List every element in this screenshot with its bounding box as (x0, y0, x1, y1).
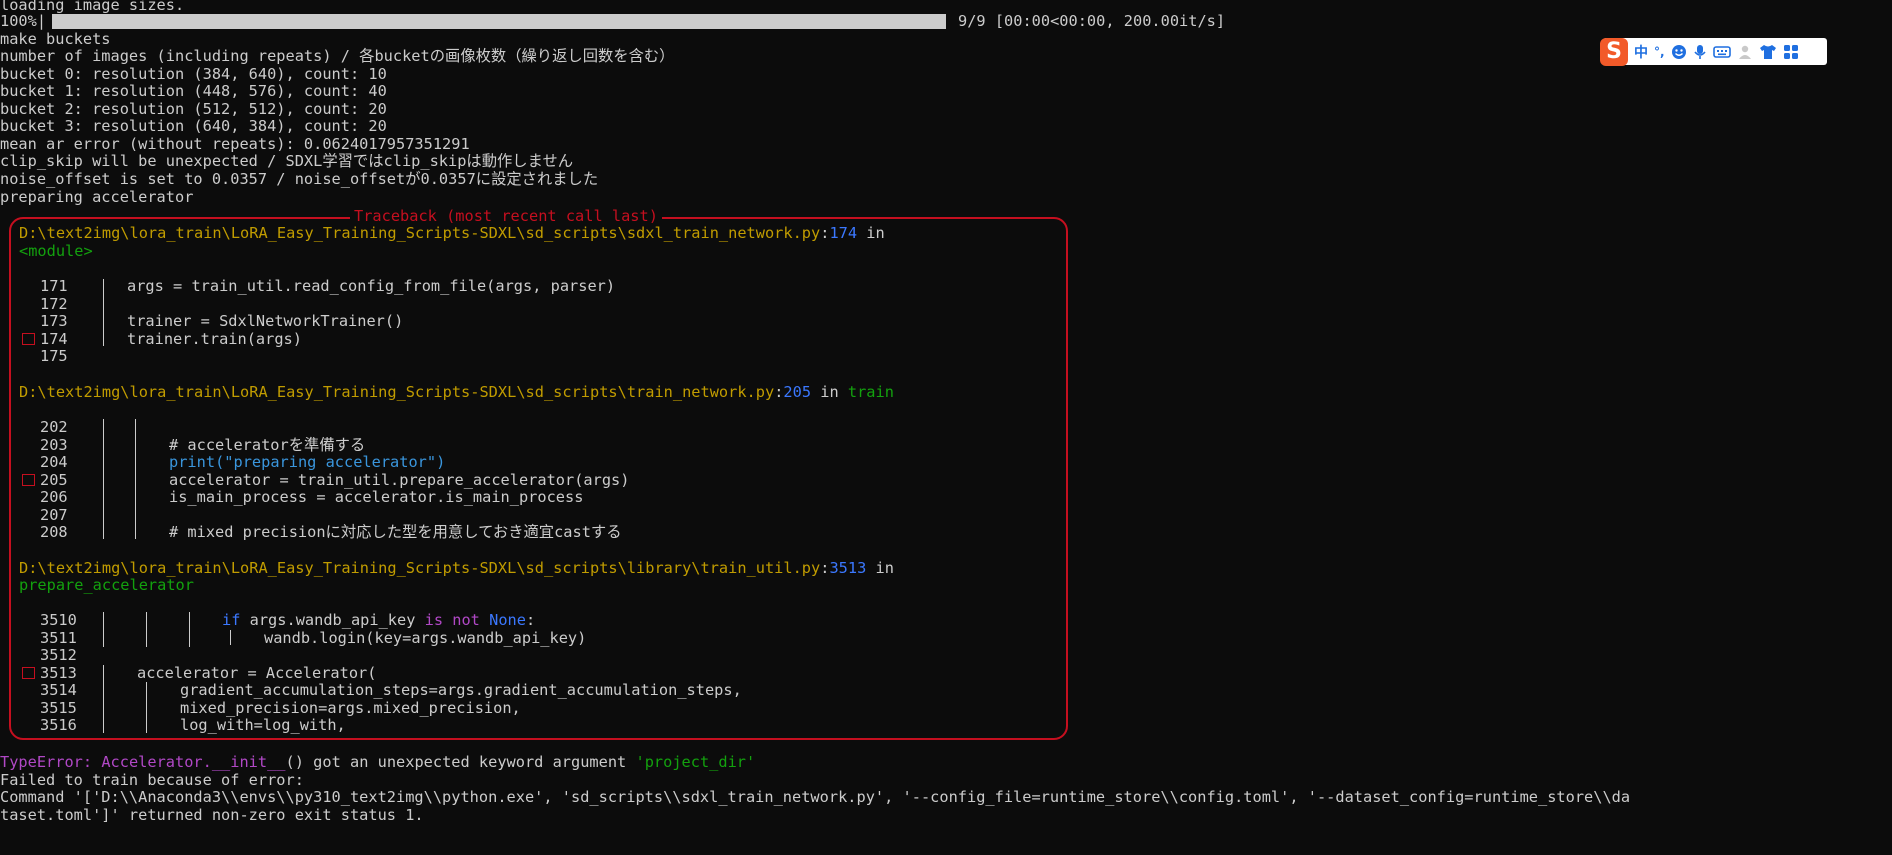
code-line-number: 3514 (40, 681, 77, 699)
error-type: TypeError: (0, 753, 102, 771)
code-line-number: 175 (40, 347, 68, 365)
log-line: Failed to train because of error: (0, 771, 304, 789)
progress-label: 9/9 [00:00<00:00, 200.00it/s] (958, 12, 1226, 30)
indent-guide (103, 665, 104, 733)
error-line-marker (22, 667, 35, 679)
frame-in: in (811, 383, 848, 401)
traceback-frame-header: D:\text2img\lora_train\LoRA_Easy_Trainin… (19, 559, 894, 577)
frame-in: in (866, 559, 894, 577)
ime-toolbar[interactable]: S 中 °, (1600, 37, 1827, 66)
progress-percent: 100%| (0, 12, 47, 30)
indent-guide (103, 279, 104, 331)
indent-guide (103, 331, 104, 346)
code-line: accelerator = Accelerator( (137, 664, 377, 682)
code-line-number: 171 (40, 277, 68, 295)
code-line: args = train_util.read_config_from_file(… (127, 277, 616, 295)
code-line-number: 207 (40, 506, 68, 524)
indent-guide (189, 612, 190, 647)
frame-line-number: 205 (783, 383, 812, 401)
code-line: accelerator = train_util.prepare_acceler… (169, 471, 630, 489)
code-line-number: 174 (40, 330, 68, 348)
error-line: TypeError: Accelerator.__init__() got an… (0, 753, 756, 772)
microphone-icon[interactable] (1693, 44, 1707, 60)
code-line: trainer = SdxlNetworkTrainer() (127, 312, 404, 330)
code-line: trainer.train(args) (127, 330, 302, 348)
code-line: if args.wandb_api_key is not None: (222, 611, 536, 629)
code-line-number: 3511 (40, 629, 77, 647)
code-line-number: 3510 (40, 611, 77, 629)
code-line: is_main_process = accelerator.is_main_pr… (169, 488, 584, 506)
traceback-frame-header: D:\text2img\lora_train\LoRA_Easy_Trainin… (19, 224, 885, 242)
error-message: () got an unexpected keyword argument (285, 753, 636, 771)
code-line: gradient_accumulation_steps=args.gradien… (180, 681, 742, 699)
frame-line-number: 174 (829, 224, 858, 242)
log-line: preparing accelerator (0, 188, 194, 206)
keyboard-icon[interactable] (1712, 45, 1731, 59)
indent-guide (230, 630, 231, 645)
progress-bar (52, 14, 946, 29)
code-line-number: 3515 (40, 699, 77, 717)
indent-guide (146, 682, 147, 733)
code-line-number: 205 (40, 471, 68, 489)
user-icon[interactable] (1737, 44, 1753, 60)
log-line: number of images (including repeats) / 各… (0, 47, 675, 65)
frame-function: train (847, 383, 894, 401)
grid-icon[interactable] (1783, 44, 1799, 60)
frame-path: D:\text2img\lora_train\LoRA_Easy_Trainin… (19, 224, 821, 242)
code-line-number: 3513 (40, 664, 77, 682)
skin-icon[interactable] (1759, 44, 1777, 60)
log-line: mean ar error (without repeats): 0.06240… (0, 135, 470, 153)
code-line-number: 204 (40, 453, 68, 471)
log-line: bucket 3: resolution (640, 384), count: … (0, 117, 387, 135)
code-line-number: 3516 (40, 716, 77, 734)
code-line-number: 202 (40, 418, 68, 436)
log-line: Command '['D:\\Anaconda3\\envs\\py310_te… (0, 788, 1631, 806)
code-line: mixed_precision=args.mixed_precision, (180, 699, 521, 717)
terminal-window[interactable]: loading image sizes. 100%| 9/9 [00:00<00… (0, 0, 1892, 855)
indent-guide (103, 419, 104, 539)
code-line-number: 208 (40, 523, 68, 541)
error-function: Accelerator.__init__ (101, 753, 286, 771)
code-line-number: 203 (40, 436, 68, 454)
code-line-number: 206 (40, 488, 68, 506)
traceback-title: Traceback (most recent call last) (350, 207, 662, 225)
code-line: wandb.login(key=args.wandb_api_key) (264, 629, 587, 647)
frame-line-number: 3513 (829, 559, 867, 577)
log-line: bucket 0: resolution (384, 640), count: … (0, 65, 387, 83)
code-line: log_with=log_with, (180, 716, 346, 734)
error-argument: 'project_dir' (635, 753, 756, 771)
indent-guide (103, 612, 104, 647)
frame-function: <module> (19, 242, 93, 260)
traceback-frame-header: D:\text2img\lora_train\LoRA_Easy_Trainin… (19, 383, 894, 401)
log-line: bucket 2: resolution (512, 512), count: … (0, 100, 387, 118)
input-mode-toggle[interactable]: 中 (1634, 42, 1648, 62)
code-line: # mixed precisionに対応した型を用意しておき適宜castする (169, 523, 622, 541)
punctuation-icon[interactable]: °, (1654, 45, 1665, 59)
indent-guide (135, 419, 136, 539)
error-line-marker (22, 474, 35, 486)
indent-guide (146, 612, 147, 647)
log-line: noise_offset is set to 0.0357 / noise_of… (0, 170, 599, 188)
log-line: clip_skip will be unexpected / SDXL学習ではc… (0, 152, 574, 170)
frame-path: D:\text2img\lora_train\LoRA_Easy_Trainin… (19, 383, 775, 401)
frame-in: in (857, 224, 885, 242)
code-line: # acceleratorを準備する (169, 436, 366, 454)
log-line: bucket 1: resolution (448, 576), count: … (0, 82, 387, 100)
error-line-marker (22, 333, 35, 345)
frame-function: prepare_accelerator (19, 576, 194, 594)
emoji-icon[interactable] (1671, 44, 1687, 60)
log-line: taset.toml']' returned non-zero exit sta… (0, 806, 424, 824)
code-line-number: 173 (40, 312, 68, 330)
sogou-logo-icon[interactable]: S (1600, 37, 1628, 66)
log-line: make buckets (0, 30, 111, 48)
code-line-number: 172 (40, 295, 68, 313)
frame-path: D:\text2img\lora_train\LoRA_Easy_Trainin… (19, 559, 821, 577)
code-line: print("preparing accelerator") (169, 453, 446, 471)
code-line-number: 3512 (40, 646, 77, 664)
